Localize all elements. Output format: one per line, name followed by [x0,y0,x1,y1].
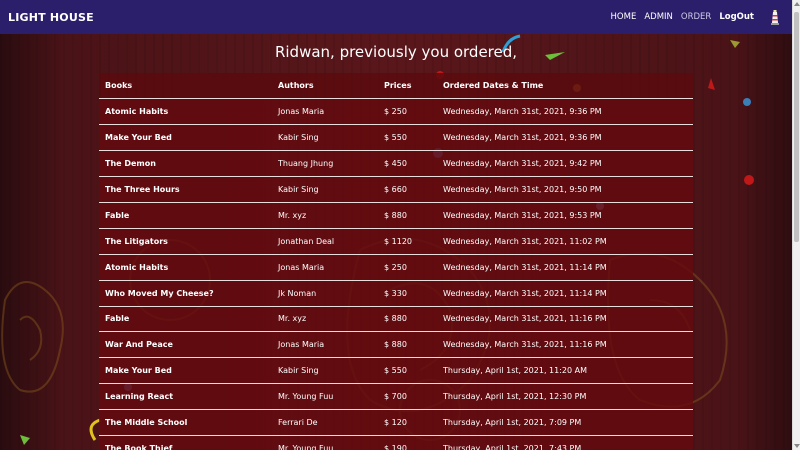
price-cell: $ 250 [378,254,437,281]
table-row: Fable Mr. xyz $ 880 Wednesday, March 31st, … [99,202,693,229]
table-row: The Book Thief Mr. Young Fuu $ 190 Thursday… [99,435,693,450]
price-cell: $ 330 [378,280,437,307]
order-date-cell: Wednesday, March 31st, 2021, 11:16 PM [437,331,693,359]
table-header-row: Books Authors Prices Ordered Dates & Tim… [99,73,693,100]
header-prices: Prices [378,73,437,100]
book-title-cell: Learning React [99,383,272,411]
nav-admin-link[interactable]: ADMIN [644,12,673,22]
book-title-cell: The Demon [99,150,272,178]
table-row: The Three Hours Kabir Sing $ 660 Wednesday,… [99,176,693,203]
table-row: The Litigators Jonathan Deal $ 1120 Wednesd… [99,228,693,255]
orders-table: Books Authors Prices Ordered Dates & Tim… [99,73,693,450]
nav-home-link[interactable]: HOME [611,12,637,22]
table-row: Make Your Bed Kabir Sing $ 550 Thursday, Ap… [99,357,693,385]
orders-table-container: Books Authors Prices Ordered Dates & Tim… [99,73,693,450]
order-date-cell: Wednesday, March 31st, 2021, 11:14 PM [437,254,693,281]
scroll-up-arrow-icon[interactable] [794,2,800,6]
author-cell: Jk Noman [272,280,378,307]
nav-links: HOME ADMIN ORDER LogOut [611,9,780,25]
price-cell: $ 880 [378,331,437,359]
author-cell: Kabir Sing [272,124,378,152]
nav-order-link[interactable]: ORDER [681,12,711,22]
order-date-cell: Wednesday, March 31st, 2021, 9:50 PM [437,176,693,203]
table-row: War And Peace Jonas Maria $ 880 Wednesday, … [99,331,693,359]
author-cell: Ferrari De [272,409,378,436]
brand-logo[interactable]: LIGHT HOUSE [8,11,94,24]
price-cell: $ 120 [378,409,437,436]
book-title-cell: Fable [99,306,272,333]
nav-logout-link[interactable]: LogOut [719,12,754,22]
order-date-cell: Wednesday, March 31st, 2021, 9:42 PM [437,150,693,178]
author-cell: Mr. Young Fuu [272,435,378,450]
order-date-cell: Thursday, April 1st, 2021, 7:09 PM [437,409,693,436]
table-row: Fable Mr. xyz $ 880 Wednesday, March 31st, … [99,306,693,333]
order-date-cell: Thursday, April 1st, 2021, 7:43 PM [437,435,693,450]
author-cell: Thuang Jhung [272,150,378,178]
price-cell: $ 700 [378,383,437,411]
header-books: Books [99,73,272,100]
scroll-down-arrow-icon[interactable] [794,444,800,448]
price-cell: $ 250 [378,98,437,126]
price-cell: $ 450 [378,150,437,178]
price-cell: $ 190 [378,435,437,450]
header-authors: Authors [272,73,378,100]
table-row: The Middle School Ferrari De $ 120 Thursday… [99,409,693,436]
order-date-cell: Wednesday, March 31st, 2021, 9:36 PM [437,124,693,152]
price-cell: $ 880 [378,306,437,333]
price-cell: $ 550 [378,124,437,152]
header-ordered-date: Ordered Dates & Time [437,73,693,100]
book-title-cell: Atomic Habits [99,98,272,126]
page-title: Ridwan, previously you ordered, [274,43,518,61]
price-cell: $ 1120 [378,228,437,255]
author-cell: Mr. xyz [272,306,378,333]
book-title-cell: War And Peace [99,331,272,359]
lighthouse-icon [770,9,780,25]
page-scrollbar[interactable] [792,0,800,450]
order-date-cell: Thursday, April 1st, 2021, 12:30 PM [437,383,693,411]
order-date-cell: Wednesday, March 31st, 2021, 9:36 PM [437,98,693,126]
book-title-cell: The Three Hours [99,176,272,203]
author-cell: Mr. Young Fuu [272,383,378,411]
author-cell: Jonas Maria [272,331,378,359]
top-navbar: LIGHT HOUSE HOME ADMIN ORDER LogOut [0,0,792,34]
table-row: Make Your Bed Kabir Sing $ 550 Wednesday, M… [99,124,693,152]
table-row: Learning React Mr. Young Fuu $ 700 Thursday… [99,383,693,411]
table-row: Atomic Habits Jonas Maria $ 250 Wednesday, … [99,254,693,281]
table-row: The Demon Thuang Jhung $ 450 Wednesday, Mar… [99,150,693,178]
book-title-cell: The Litigators [99,228,272,255]
author-cell: Kabir Sing [272,357,378,385]
table-row: Atomic Habits Jonas Maria $ 250 Wednesday, … [99,98,693,126]
scroll-thumb[interactable] [794,12,799,242]
book-title-cell: The Middle School [99,409,272,436]
order-date-cell: Wednesday, March 31st, 2021, 9:53 PM [437,202,693,229]
table-row: Who Moved My Cheese? Jk Noman $ 330 Wednesd… [99,280,693,307]
author-cell: Jonas Maria [272,254,378,281]
author-cell: Kabir Sing [272,176,378,203]
book-title-cell: Who Moved My Cheese? [99,280,272,307]
price-cell: $ 550 [378,357,437,385]
order-date-cell: Thursday, April 1st, 2021, 11:20 AM [437,357,693,385]
order-date-cell: Wednesday, March 31st, 2021, 11:02 PM [437,228,693,255]
price-cell: $ 880 [378,202,437,229]
author-cell: Jonas Maria [272,98,378,126]
order-date-cell: Wednesday, March 31st, 2021, 11:14 PM [437,280,693,307]
book-title-cell: Atomic Habits [99,254,272,281]
author-cell: Jonathan Deal [272,228,378,255]
author-cell: Mr. xyz [272,202,378,229]
book-title-cell: Fable [99,202,272,229]
price-cell: $ 660 [378,176,437,203]
book-title-cell: The Book Thief [99,435,272,450]
book-title-cell: Make Your Bed [99,124,272,152]
book-title-cell: Make Your Bed [99,357,272,385]
order-date-cell: Wednesday, March 31st, 2021, 11:16 PM [437,306,693,333]
